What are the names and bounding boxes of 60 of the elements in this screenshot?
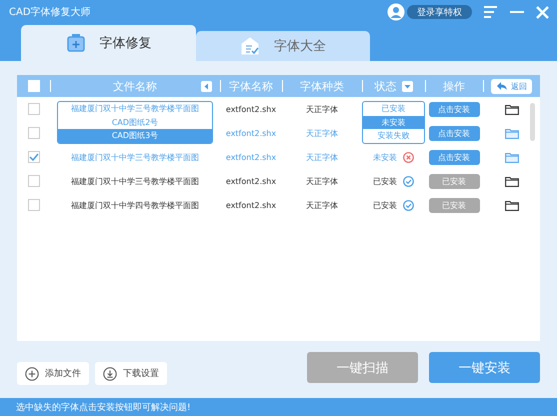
font-type: 天正字体 xyxy=(306,104,338,114)
column-header: 字体种类 xyxy=(300,78,344,94)
install-status: 已安装 xyxy=(373,176,397,186)
dropdown-option[interactable]: 已安装 xyxy=(363,102,424,116)
document-house-icon xyxy=(240,36,260,56)
font-type: 天正字体 xyxy=(306,200,338,210)
font-name: extfont2.shx xyxy=(226,176,276,186)
check-icon xyxy=(28,153,38,161)
select-all-checkbox[interactable] xyxy=(28,80,40,92)
font-name: extfont2.shx xyxy=(226,200,276,210)
download-circle-icon xyxy=(103,366,117,380)
collapse-left-icon[interactable] xyxy=(201,80,212,92)
folder-icon[interactable] xyxy=(504,200,518,210)
install-button[interactable]: 点击安装 xyxy=(428,102,480,116)
dropdown-option[interactable]: CAD图纸3号 xyxy=(58,129,212,142)
column-header: 字体名称 xyxy=(229,78,273,94)
file-name: 福建厦门双十中学三号教学楼平面图 xyxy=(71,152,199,162)
first-aid-box-icon xyxy=(66,33,86,53)
tab[interactable]: 字体大全 xyxy=(196,31,370,61)
dropdown-option[interactable]: 未安装 xyxy=(363,116,424,129)
dropdown-icon[interactable] xyxy=(402,80,412,92)
row-checkbox[interactable] xyxy=(28,151,40,163)
login-button[interactable]: 登录享特权 xyxy=(407,5,472,19)
close-icon[interactable] xyxy=(536,6,549,18)
dropdown-option[interactable]: 安装失败 xyxy=(363,129,424,142)
download-settings-button[interactable]: 下载设置 xyxy=(95,362,167,385)
back-button[interactable]: 返回 xyxy=(491,78,532,94)
folder-icon[interactable] xyxy=(504,104,518,114)
font-type: 天正字体 xyxy=(306,152,338,162)
row-checkbox[interactable] xyxy=(28,127,40,139)
tab[interactable]: 字体修复 xyxy=(21,25,196,61)
font-type: 天正字体 xyxy=(306,128,338,138)
window-title: CAD字体修复大师 xyxy=(9,6,91,19)
dropdown-option[interactable]: 福建厦门双十中学三号教学楼平面图 xyxy=(58,102,212,116)
column-header: 状态 xyxy=(374,78,396,94)
column-header: 操作 xyxy=(443,78,465,94)
menu-icon[interactable] xyxy=(484,6,498,18)
font-type: 天正字体 xyxy=(306,176,338,186)
row-checkbox[interactable] xyxy=(28,199,40,211)
row-checkbox[interactable] xyxy=(28,103,40,115)
dropdown-option[interactable]: CAD图纸2号 xyxy=(58,116,212,129)
add-file-button[interactable]: 添加文件 xyxy=(17,362,89,385)
status-message: 选中缺失的字体点击安装按钮即可解决问题! xyxy=(16,402,191,414)
file-name: 福建厦门双十中学四号教学楼平面图 xyxy=(71,200,199,210)
install-status: 已安装 xyxy=(373,200,397,210)
font-name: extfont2.shx xyxy=(226,128,276,138)
folder-icon[interactable] xyxy=(504,176,518,186)
install-button[interactable]: 点击安装 xyxy=(428,150,480,164)
font-name: extfont2.shx xyxy=(226,104,276,114)
install-status: 未安装 xyxy=(373,152,397,162)
file-name: 福建厦门双十中学三号教学楼平面图 xyxy=(71,176,199,186)
scrollbar-thumb[interactable] xyxy=(530,103,535,141)
plus-circle-icon xyxy=(25,366,39,380)
install-button[interactable]: 点击安装 xyxy=(428,126,480,140)
column-header: 文件名称 xyxy=(113,78,157,94)
return-arrow-icon xyxy=(496,81,508,91)
font-name: extfont2.shx xyxy=(226,152,276,162)
install-all-button[interactable]: 一键安装 xyxy=(429,352,540,383)
row-checkbox[interactable] xyxy=(28,175,40,187)
avatar-icon xyxy=(387,3,405,21)
